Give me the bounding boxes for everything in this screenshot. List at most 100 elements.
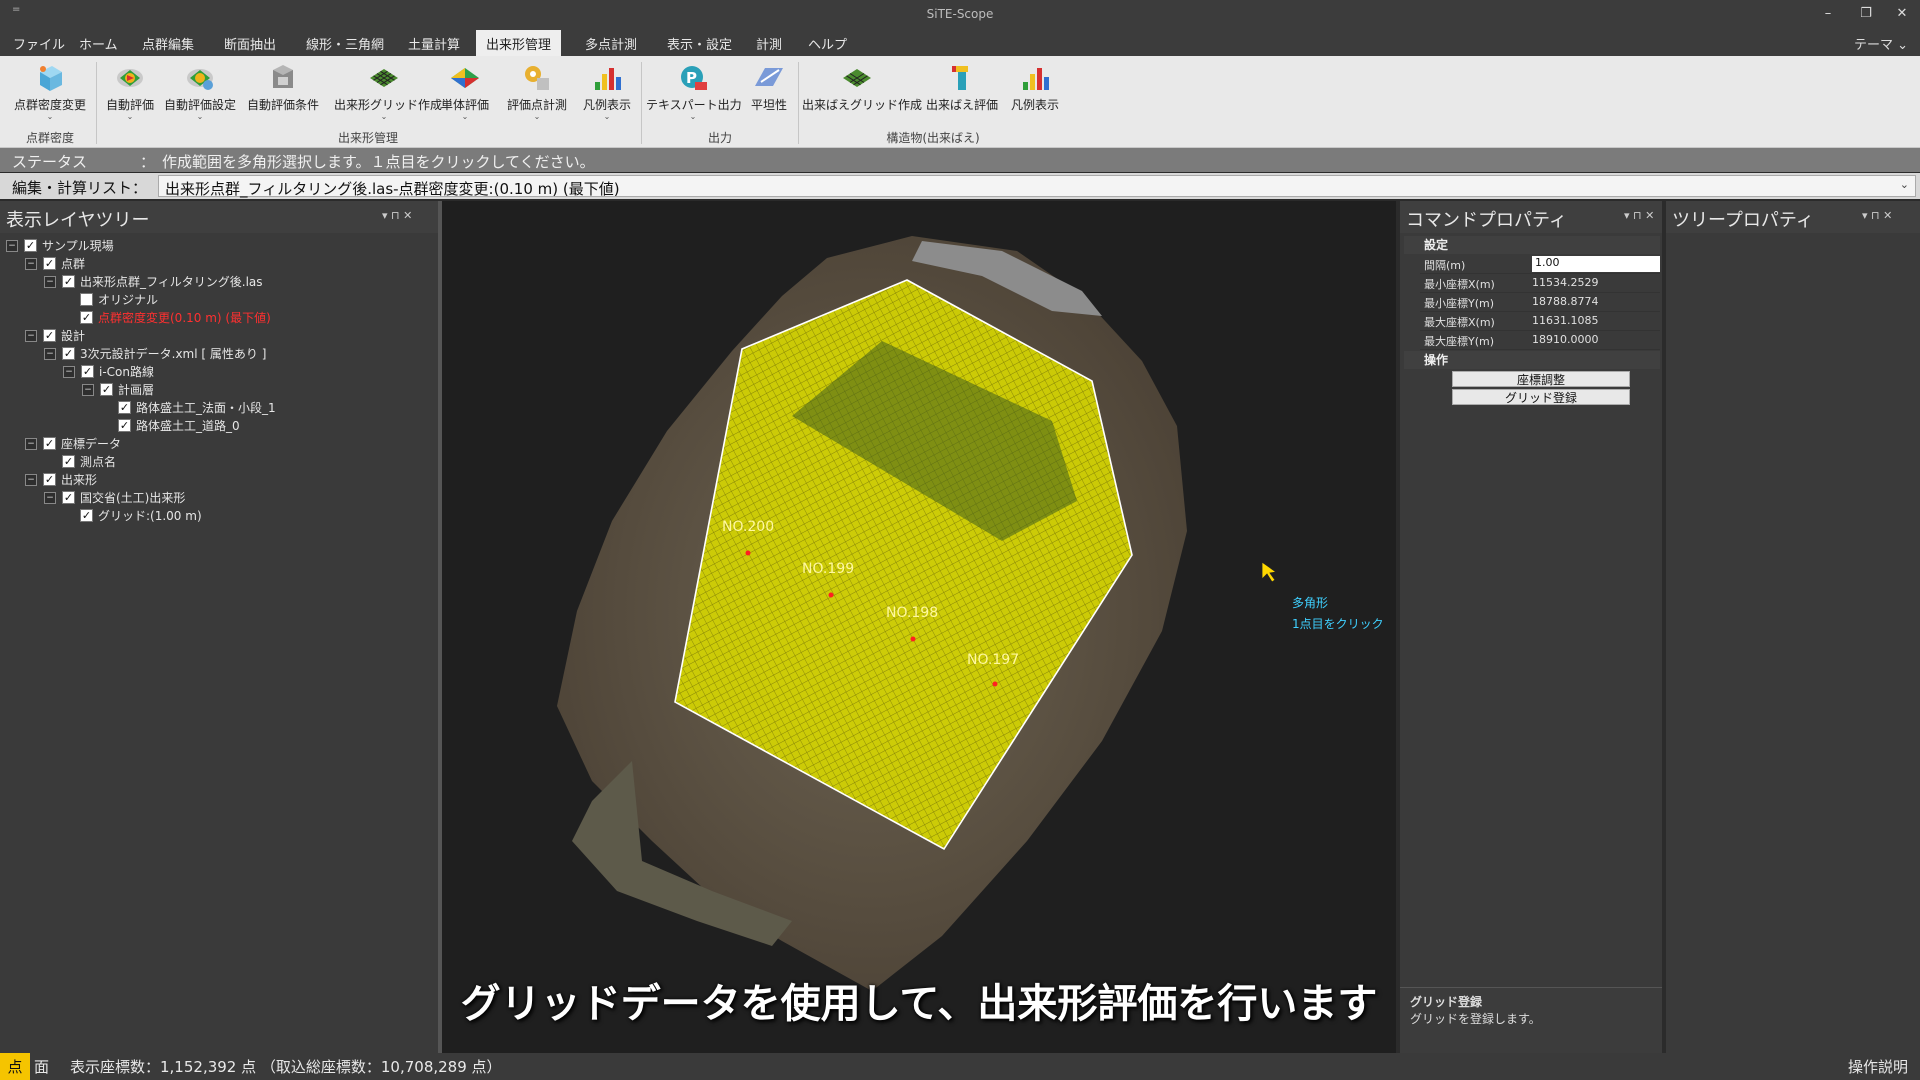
menu-home[interactable]: ホーム — [79, 34, 118, 53]
window-title: SiTE-Scope — [926, 7, 994, 21]
chevron-down-icon[interactable]: ⌄ — [1900, 178, 1909, 191]
point-mode-toggle[interactable]: 点 — [0, 1053, 30, 1080]
tree-node-dekigata[interactable]: − ✓ 出来形 — [25, 471, 97, 489]
checkbox[interactable]: ✓ — [118, 401, 131, 414]
collapse-icon[interactable]: − — [6, 239, 18, 252]
checkbox[interactable]: ✓ — [43, 473, 56, 486]
legend-button[interactable]: 凡例表示 ⌄ — [578, 61, 636, 127]
auto-eval-setting-button[interactable]: 自動評価設定 ⌄ — [160, 61, 240, 127]
checkbox-unchecked[interactable] — [80, 293, 93, 306]
face-mode-toggle[interactable]: 面 — [34, 1056, 49, 1077]
video-subtitle: グリッドデータを使用して、出来形評価を行います — [460, 981, 1378, 1027]
collapse-icon[interactable]: − — [25, 437, 37, 450]
menu-section[interactable]: 断面抽出 — [224, 34, 276, 53]
single-eval-icon — [451, 68, 479, 88]
tree-node-las[interactable]: − ✓ 出来形点群_フィルタリング後.las — [44, 273, 263, 291]
ribbon-separator — [96, 62, 97, 144]
checkbox[interactable]: ✓ — [43, 257, 56, 270]
operation-help-button[interactable]: 操作説明 — [1848, 1056, 1908, 1077]
checkbox[interactable]: ✓ — [43, 437, 56, 450]
station-label: NO.199 — [802, 561, 854, 577]
menu-dekigata[interactable]: 出来形管理 — [476, 30, 562, 56]
chevron-down-icon: ⌄ — [196, 112, 204, 121]
collapse-icon[interactable]: − — [44, 491, 56, 504]
checkbox[interactable]: ✓ — [43, 329, 56, 342]
tree-node-station[interactable]: ✓ 測点名 — [62, 453, 116, 471]
checkbox[interactable]: ✓ — [100, 383, 113, 396]
operations-section[interactable]: 操作 — [1404, 351, 1660, 369]
checkbox[interactable]: ✓ — [62, 347, 75, 360]
panel-controls[interactable]: ▾ ⊓ ✕ — [382, 209, 412, 222]
single-eval-button[interactable]: 単体評価 ⌄ — [436, 61, 494, 127]
checkbox[interactable]: ✓ — [80, 311, 93, 324]
menu-view-settings[interactable]: 表示・設定 — [667, 34, 732, 53]
checkbox[interactable]: ✓ — [81, 365, 94, 378]
collapse-icon[interactable]: − — [25, 257, 37, 270]
register-grid-button[interactable]: グリッド登録 — [1452, 389, 1630, 405]
point-cloud-view[interactable]: NO.200 NO.199 NO.198 NO.197 — [442, 201, 1396, 1053]
tree-node-pointcloud[interactable]: − ✓ 点群 — [25, 255, 85, 273]
menu-earthwork[interactable]: 土量計算 — [408, 34, 460, 53]
legend2-button[interactable]: 凡例表示 — [1006, 61, 1064, 127]
menu-point-edit[interactable]: 点群編集 — [142, 34, 194, 53]
deki-grid-button[interactable]: 出来ばえグリッド作成 — [802, 61, 922, 127]
tree-node-slope[interactable]: ✓ 路体盛土工_法面・小段_1 — [118, 399, 276, 417]
panel-controls[interactable]: ▾ ⊓ ✕ — [1862, 209, 1892, 222]
eval-point-button[interactable]: 評価点計測 ⌄ — [500, 61, 574, 127]
close-button[interactable]: ✕ — [1890, 6, 1914, 21]
restore-button[interactable]: ❐ — [1854, 6, 1878, 21]
tree-node-plan-layer[interactable]: − ✓ 計画層 — [82, 381, 154, 399]
collapse-icon[interactable]: − — [63, 365, 75, 378]
grid-create-button[interactable]: 出来形グリッド作成 ⌄ — [334, 61, 442, 127]
adjust-coords-button[interactable]: 座標調整 — [1452, 371, 1630, 387]
polygon-hint: 多角形 1点目をクリック — [1292, 596, 1384, 631]
checkbox[interactable]: ✓ — [62, 455, 75, 468]
collapse-icon[interactable]: − — [44, 347, 56, 360]
menu-alignment[interactable]: 線形・三角網 — [306, 34, 384, 53]
panel-controls[interactable]: ▾ ⊓ ✕ — [1624, 209, 1654, 222]
command-properties-title: コマンドプロパティ — [1400, 201, 1662, 233]
tree-node-site[interactable]: − ✓ サンプル現場 — [6, 237, 114, 255]
menu-file[interactable]: ファイル — [13, 34, 65, 53]
tree-node-road[interactable]: ✓ 路体盛土工_道路_0 — [118, 417, 240, 435]
tree-node-density[interactable]: ✓ 点群密度変更(0.10 m) (最下値) — [80, 309, 271, 327]
checkbox[interactable]: ✓ — [118, 419, 131, 432]
coordinate-count: 表示座標数：1,152,392 点 （取込総座標数：10,708,289 点） — [70, 1058, 502, 1076]
collapse-icon[interactable]: − — [25, 329, 37, 342]
tree-node-original[interactable]: オリジナル — [80, 291, 158, 309]
auto-eval-button[interactable]: 自動評価 ⌄ — [100, 61, 160, 127]
collapse-icon[interactable]: − — [82, 383, 94, 396]
tree-node-icon-route[interactable]: − ✓ i-Con路線 — [63, 363, 154, 381]
prop-interval: 間隔(m) 1.00 — [1420, 255, 1660, 274]
tree-node-xml[interactable]: − ✓ 3次元設計データ.xml [ 属性あり ] — [44, 345, 266, 363]
collapse-icon[interactable]: − — [44, 275, 56, 288]
checkbox[interactable]: ✓ — [62, 275, 75, 288]
checkbox[interactable]: ✓ — [62, 491, 75, 504]
checkbox[interactable]: ✓ — [80, 509, 93, 522]
menu-help[interactable]: ヘルプ — [808, 34, 847, 53]
chevron-down-icon: ⌄ — [533, 112, 541, 121]
auto-eval-cond-button[interactable]: 自動評価条件 — [242, 61, 324, 127]
ribbon-group-dekigata: 出来形管理 — [337, 131, 398, 145]
collapse-icon[interactable]: − — [25, 473, 37, 486]
3d-viewport[interactable]: NO.200 NO.199 NO.198 NO.197 多角形 1点目をクリック… — [442, 201, 1396, 1053]
menu-multipoint[interactable]: 多点計測 — [585, 34, 637, 53]
deki-eval-button[interactable]: 出来ばえ評価 — [922, 61, 1002, 127]
interval-input[interactable]: 1.00 — [1532, 256, 1660, 272]
theme-menu[interactable]: テーマ ⌄ — [1854, 34, 1908, 53]
density-change-button[interactable]: 点群密度変更 ⌄ — [8, 61, 92, 127]
ribbon: 点群密度変更 ⌄ 点群密度 自動評価 ⌄ 自動評価設定 ⌄ 自動評価条件 出来形… — [0, 56, 1920, 148]
flatness-button[interactable]: 平坦性 — [744, 61, 794, 127]
tree-node-design[interactable]: − ✓ 設計 — [25, 327, 85, 345]
tree-node-grid[interactable]: ✓ グリッド:(1.00 m) — [80, 507, 202, 525]
tree-node-mlit[interactable]: − ✓ 国交省(土工)出来形 — [44, 489, 185, 507]
minimize-button[interactable]: – — [1816, 6, 1840, 21]
edit-list-select[interactable]: 出来形点群_フィルタリング後.las-点群密度変更:(0.10 m) (最下値)… — [158, 175, 1916, 198]
menu-measure[interactable]: 計測 — [756, 34, 782, 53]
tree-node-coord[interactable]: − ✓ 座標データ — [25, 435, 121, 453]
checkbox[interactable]: ✓ — [24, 239, 37, 252]
ribbon-group-density: 点群密度 — [25, 131, 74, 145]
settings-section[interactable]: 設定 — [1404, 236, 1660, 254]
eval-point-icon — [525, 66, 549, 90]
text-export-button[interactable]: P テキスパート出力 ⌄ — [646, 61, 742, 127]
